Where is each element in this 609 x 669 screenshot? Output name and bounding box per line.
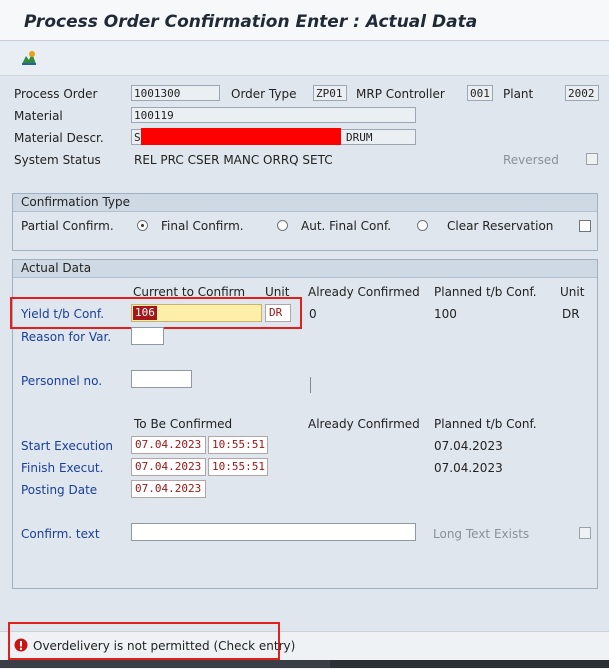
order-type-field[interactable]: ZP01 [313,85,347,101]
reason-for-var-label: Reason for Var. [21,330,112,344]
partial-confirm-radio[interactable] [137,220,148,231]
yield-planned: 100 [434,307,457,321]
start-execution-label: Start Execution [21,439,114,453]
material-descr-label: Material Descr. [14,131,104,145]
system-status-label: System Status [14,153,101,167]
reversed-label: Reversed [503,153,559,167]
mrp-controller-field[interactable]: 001 [467,85,493,101]
finish-date-input[interactable]: 07.04.2023 [131,458,206,476]
aut-final-conf-radio[interactable] [417,220,428,231]
material-label: Material [14,109,63,123]
status-message: Overdelivery is not permitted (Check ent… [33,639,296,653]
yield-label: Yield t/b Conf. [21,307,105,321]
col-planned: Planned t/b Conf. [434,285,537,299]
posting-date-input[interactable]: 07.04.2023 [131,480,206,498]
long-text-exists-checkbox [579,527,591,539]
system-status-value: REL PRC CSER MANC ORRQ SETC [134,153,333,167]
final-confirm-label: Final Confirm. [161,219,244,233]
start-planned: 07.04.2023 [434,439,503,453]
yield-input[interactable]: 106 [131,304,262,322]
redaction-block [141,128,341,145]
taskbar-strip [330,660,609,668]
finish-planned: 07.04.2023 [434,461,503,475]
final-confirm-radio[interactable] [277,220,288,231]
material-descr-prefix: S [134,131,141,144]
finish-execution-label: Finish Execut. [21,461,104,475]
posting-date-label: Posting Date [21,483,98,497]
mrp-controller-label: MRP Controller [356,87,445,101]
planned-header: Planned t/b Conf. [434,417,537,431]
material-field[interactable]: 100119 [131,107,416,123]
yield-planned-unit: DR [562,307,580,321]
col-unit-2: Unit [560,285,585,299]
confirmation-type-title: Confirmation Type [13,194,597,212]
personnel-no-label: Personnel no. [21,374,103,388]
personnel-no-input[interactable] [131,370,192,388]
reversed-checkbox [586,153,598,165]
start-time-input[interactable]: 10:55:51 [208,436,268,454]
partial-confirm-label: Partial Confirm. [21,219,114,233]
plant-field[interactable]: 2002 [565,85,599,101]
process-order-field[interactable]: 1001300 [131,85,220,101]
window-title: Process Order Confirmation Enter : Actua… [24,12,478,32]
process-order-label: Process Order [14,87,98,101]
reason-for-var-input[interactable] [131,327,164,345]
actual-data-title: Actual Data [13,260,597,278]
confirm-text-label: Confirm. text [21,527,100,541]
application-toolbar [0,41,609,76]
yield-value: 106 [133,306,157,320]
yield-already-confirmed: 0 [309,307,317,321]
confirm-text-input[interactable] [131,523,416,541]
aut-final-conf-label: Aut. Final Conf. [301,219,392,233]
material-descr-suffix: DRUM [346,131,373,144]
finish-time-input[interactable]: 10:55:51 [208,458,268,476]
yield-unit-field[interactable]: DR [265,304,291,322]
order-type-label: Order Type [231,87,297,101]
overview-icon[interactable] [20,49,38,67]
plant-label: Plant [503,87,534,101]
to-be-confirmed-header: To Be Confirmed [134,417,233,431]
col-already-confirmed: Already Confirmed [308,285,420,299]
start-date-input[interactable]: 07.04.2023 [131,436,206,454]
taskbar-strip-left [0,660,330,668]
long-text-exists-label: Long Text Exists [433,527,530,541]
error-icon [14,638,28,652]
text-cursor-icon [310,377,311,393]
already-confirmed-header: Already Confirmed [308,417,420,431]
clear-reservation-label: Clear Reservation [447,219,554,233]
clear-reservation-checkbox[interactable] [579,220,591,232]
